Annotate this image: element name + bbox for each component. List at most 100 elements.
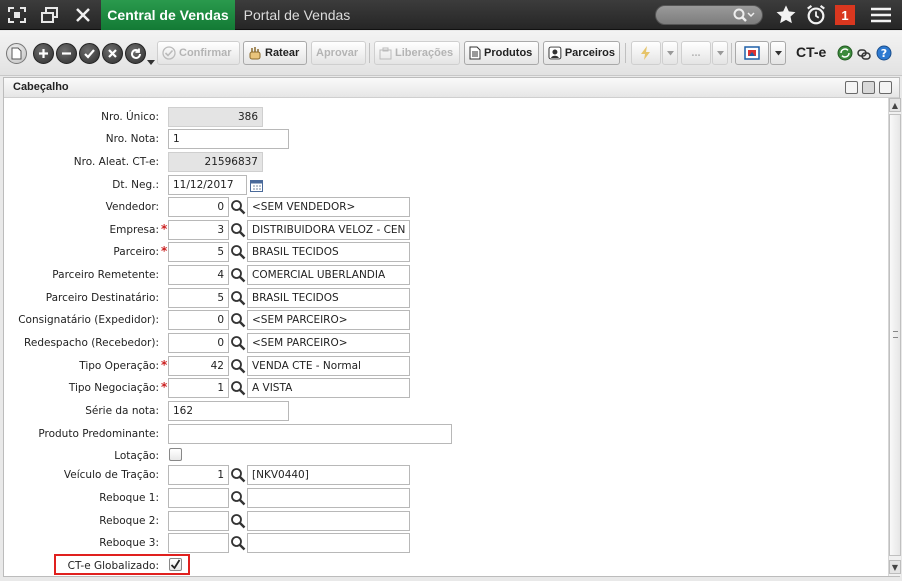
tipo-negociacao-description[interactable]: A VISTA [247, 378, 410, 398]
scroll-thumb[interactable] [889, 114, 901, 556]
liberacoes-button[interactable]: Liberações [374, 41, 460, 65]
vertical-scrollbar[interactable]: ▲ ▼ [888, 98, 901, 576]
reboque3-description[interactable] [247, 533, 410, 553]
reboque3-label: Reboque 3: [99, 537, 159, 549]
save-check-icon[interactable] [79, 43, 100, 64]
new-document-icon[interactable] [6, 43, 27, 64]
search-icon[interactable] [230, 335, 246, 351]
parceiro-remetente-code-input[interactable]: 4 [168, 265, 229, 285]
search-icon[interactable] [230, 380, 246, 396]
parceiro-remetente-description[interactable]: COMERCIAL UBERLANDIA [247, 265, 410, 285]
search-icon[interactable] [230, 358, 246, 374]
dt-neg-input[interactable]: 11/12/2017 [168, 175, 247, 195]
confirm-check-icon [162, 46, 176, 60]
nro-nota-input[interactable]: 1 [168, 129, 289, 149]
more-actions-label: ... [691, 47, 701, 59]
tab-central-de-vendas[interactable]: Central de Vendas [101, 0, 235, 30]
notification-badge[interactable]: 1 [835, 5, 855, 25]
vendedor-code-input[interactable]: 0 [168, 197, 229, 217]
consignatario-description[interactable]: <SEM PARCEIRO> [247, 310, 410, 330]
menu-hamburger-icon[interactable] [866, 0, 896, 30]
more-dropdown-button[interactable] [712, 41, 728, 65]
expand-panel-icon[interactable] [879, 81, 892, 94]
help-icon[interactable]: ? [876, 45, 892, 65]
calendar-icon[interactable] [250, 179, 263, 192]
search-icon[interactable] [230, 244, 246, 260]
search-icon[interactable] [230, 490, 246, 506]
veiculo-tracao-code-input[interactable]: 1 [168, 465, 229, 485]
tipo-operacao-description[interactable]: VENDA CTE - Normal [247, 356, 410, 376]
nro-nota-label: Nro. Nota: [105, 133, 159, 145]
scroll-up-arrow-icon[interactable]: ▲ [889, 98, 901, 112]
empresa-description[interactable]: DISTRIBUIDORA VELOZ - CEN [247, 220, 410, 240]
serie-nota-input[interactable]: 162 [168, 401, 289, 421]
tipo-operacao-code-input[interactable]: 42 [168, 356, 229, 376]
veiculo-tracao-description[interactable]: [NKV0440] [247, 465, 410, 485]
parceiro-label: Parceiro: [113, 246, 159, 258]
cte-globalizado-checkbox[interactable] [169, 558, 182, 571]
lightning-dropdown-button[interactable] [662, 41, 678, 65]
aprovar-button[interactable]: Aprovar [311, 41, 366, 65]
more-actions-button[interactable]: ... [681, 41, 711, 65]
consignatario-code-input[interactable]: 0 [168, 310, 229, 330]
search-icon[interactable] [230, 199, 246, 215]
reboque3-code-input[interactable] [168, 533, 229, 553]
produto-predominante-label: Produto Predominante: [38, 428, 159, 440]
link-icon[interactable] [857, 46, 871, 65]
search-icon [733, 8, 755, 22]
close-icon[interactable] [68, 0, 98, 30]
reboque1-code-input[interactable] [168, 488, 229, 508]
sync-icon[interactable] [837, 45, 853, 65]
search-icon[interactable] [230, 535, 246, 551]
reboque2-code-input[interactable] [168, 511, 229, 531]
restore-window-icon[interactable] [35, 0, 65, 30]
chevron-down-icon[interactable] [147, 51, 155, 70]
search-icon[interactable] [230, 290, 246, 306]
cte-globalizado-label: CT-e Globalizado: [67, 560, 159, 572]
partners-icon [548, 46, 562, 60]
copy-icon[interactable] [862, 81, 875, 94]
parceiro-destinatario-code-input[interactable]: 5 [168, 288, 229, 308]
scroll-down-arrow-icon[interactable]: ▼ [889, 560, 901, 574]
print-icon[interactable] [845, 81, 858, 94]
ratear-button[interactable]: Ratear [243, 41, 307, 65]
vendedor-description[interactable]: <SEM VENDEDOR> [247, 197, 410, 217]
search-icon[interactable] [230, 267, 246, 283]
search-icon[interactable] [230, 312, 246, 328]
lotacao-checkbox[interactable] [169, 448, 182, 461]
tipo-negociacao-code-input[interactable]: 1 [168, 378, 229, 398]
cancel-icon[interactable] [102, 43, 123, 64]
parceiro-description[interactable]: BRASIL TECIDOS [247, 242, 410, 262]
global-search-input[interactable] [655, 5, 763, 25]
lightning-action-button[interactable] [631, 41, 661, 65]
panel-title: Cabeçalho [13, 81, 69, 93]
produto-predominante-input[interactable] [168, 424, 452, 444]
nro-unico-field: 386 [168, 107, 263, 127]
fullscreen-icon[interactable] [2, 0, 32, 30]
parceiro-remetente-label: Parceiro Remetente: [52, 269, 159, 281]
redespacho-description[interactable]: <SEM PARCEIRO> [247, 333, 410, 353]
search-icon[interactable] [230, 222, 246, 238]
tab-portal-de-vendas[interactable]: Portal de Vendas [236, 0, 358, 30]
confirmar-button[interactable]: Confirmar [157, 41, 240, 65]
remove-icon[interactable] [56, 43, 77, 64]
search-icon[interactable] [230, 467, 246, 483]
favorites-star-icon[interactable] [771, 0, 801, 30]
empresa-code-input[interactable]: 3 [168, 220, 229, 240]
svg-text:?: ? [881, 47, 887, 60]
reboque1-description[interactable] [247, 488, 410, 508]
reboque2-description[interactable] [247, 511, 410, 531]
report-button[interactable] [735, 41, 769, 65]
add-icon[interactable] [33, 43, 54, 64]
alarm-clock-icon[interactable] [801, 0, 831, 30]
liberacoes-icon [379, 47, 392, 59]
redespacho-code-input[interactable]: 0 [168, 333, 229, 353]
parceiros-button[interactable]: Parceiros [543, 41, 620, 65]
app-window: Central de Vendas Portal de Vendas 1 Con… [0, 0, 902, 581]
produtos-button[interactable]: Produtos [464, 41, 539, 65]
parceiro-code-input[interactable]: 5 [168, 242, 229, 262]
refresh-icon[interactable] [125, 43, 146, 64]
report-dropdown-button[interactable] [770, 41, 786, 65]
parceiro-destinatario-description[interactable]: BRASIL TECIDOS [247, 288, 410, 308]
search-icon[interactable] [230, 513, 246, 529]
